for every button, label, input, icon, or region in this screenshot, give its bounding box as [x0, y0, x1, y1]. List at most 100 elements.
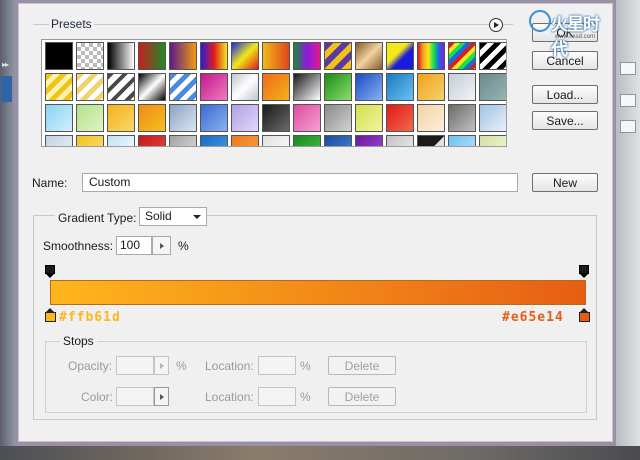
- color-swatch-input[interactable]: [116, 387, 154, 406]
- preset-swatch[interactable]: [231, 42, 259, 70]
- preset-swatch[interactable]: [138, 135, 166, 146]
- preset-swatch[interactable]: [324, 135, 352, 146]
- dialog-panel: Presets OK Cancel Load... Save... 火星时代 w…: [18, 3, 613, 442]
- color-delete-button[interactable]: Delete: [328, 387, 396, 406]
- preset-swatch[interactable]: [448, 73, 476, 101]
- preset-swatch[interactable]: [138, 42, 166, 70]
- preset-swatch[interactable]: [169, 135, 197, 146]
- preset-swatch[interactable]: [231, 73, 259, 101]
- preset-swatch[interactable]: [200, 42, 228, 70]
- opacity-location-unit: %: [300, 359, 311, 373]
- preset-swatch[interactable]: [107, 104, 135, 132]
- preset-swatch[interactable]: [324, 42, 352, 70]
- preset-swatch[interactable]: [231, 135, 259, 146]
- preset-swatch[interactable]: [107, 42, 135, 70]
- preset-swatch[interactable]: [76, 104, 104, 132]
- preset-swatch[interactable]: [417, 104, 445, 132]
- preset-swatch[interactable]: [262, 73, 290, 101]
- swatch-grid: [45, 42, 506, 146]
- opacity-stepper[interactable]: [154, 356, 169, 375]
- preset-swatch[interactable]: [262, 42, 290, 70]
- preset-swatch[interactable]: [138, 104, 166, 132]
- preset-swatch[interactable]: [45, 104, 73, 132]
- preset-swatch[interactable]: [200, 73, 228, 101]
- background-app-strip-right: [616, 0, 640, 460]
- preset-swatch[interactable]: [107, 135, 135, 146]
- preset-swatch[interactable]: [417, 135, 445, 146]
- load-button[interactable]: Load...: [532, 85, 598, 104]
- preset-swatch[interactable]: [386, 73, 414, 101]
- background-panel-button: [620, 62, 636, 75]
- preset-swatch[interactable]: [417, 42, 445, 70]
- color-stop-left[interactable]: [45, 308, 56, 322]
- preset-swatch[interactable]: [386, 104, 414, 132]
- preset-swatch[interactable]: [448, 104, 476, 132]
- background-canvas-strip: [0, 446, 640, 460]
- opacity-stop-right[interactable]: [579, 265, 589, 278]
- name-input[interactable]: Custom: [82, 173, 518, 192]
- opacity-delete-button[interactable]: Delete: [328, 356, 396, 375]
- smoothness-unit: %: [178, 239, 189, 253]
- gradient-type-select[interactable]: Solid: [139, 207, 207, 226]
- preset-swatch[interactable]: [355, 104, 383, 132]
- preset-swatch[interactable]: [169, 73, 197, 101]
- preset-swatch[interactable]: [76, 135, 104, 146]
- end-color-hex: #e65e14: [502, 310, 564, 325]
- preset-swatch[interactable]: [386, 135, 414, 146]
- arrow-right-icon: [159, 362, 164, 369]
- color-stepper[interactable]: [154, 387, 169, 406]
- presets-menu-button[interactable]: [489, 18, 503, 32]
- color-location-input[interactable]: [258, 387, 296, 406]
- color-location-unit: %: [300, 390, 311, 404]
- preset-swatch[interactable]: [448, 42, 476, 70]
- preset-swatch[interactable]: [169, 104, 197, 132]
- preset-swatch[interactable]: [200, 135, 228, 146]
- preset-swatch[interactable]: [355, 73, 383, 101]
- color-stop-right[interactable]: [579, 308, 590, 322]
- smoothness-stepper[interactable]: [152, 236, 171, 255]
- preset-swatch[interactable]: [293, 135, 321, 146]
- opacity-stop-left[interactable]: [45, 265, 55, 278]
- preset-swatch[interactable]: [386, 42, 414, 70]
- preset-swatch[interactable]: [479, 135, 506, 146]
- preset-swatch[interactable]: [45, 42, 73, 70]
- preset-swatch[interactable]: [324, 73, 352, 101]
- color-label: Color:: [81, 390, 114, 404]
- preset-swatch[interactable]: [138, 73, 166, 101]
- preset-swatch[interactable]: [479, 73, 506, 101]
- preset-swatch[interactable]: [107, 73, 135, 101]
- save-button[interactable]: Save...: [532, 111, 598, 130]
- preset-swatch[interactable]: [355, 42, 383, 70]
- smoothness-input[interactable]: 100: [116, 236, 152, 255]
- gradient-type-label: Gradient Type:: [55, 211, 140, 225]
- preset-swatch[interactable]: [262, 135, 290, 146]
- preset-swatch[interactable]: [169, 42, 197, 70]
- gradient-preview-bar[interactable]: [50, 280, 586, 305]
- opacity-unit: %: [176, 359, 187, 373]
- color-location-label: Location:: [205, 390, 254, 404]
- opacity-location-input[interactable]: [258, 356, 296, 375]
- preset-swatch[interactable]: [262, 104, 290, 132]
- preset-swatch[interactable]: [448, 135, 476, 146]
- preset-swatch[interactable]: [293, 104, 321, 132]
- preset-swatch[interactable]: [231, 104, 259, 132]
- preset-swatch[interactable]: [479, 104, 506, 132]
- new-button[interactable]: New: [532, 173, 598, 192]
- opacity-location-label: Location:: [205, 359, 254, 373]
- background-panel-button: [620, 120, 636, 133]
- arrow-right-icon: [159, 242, 164, 249]
- preset-swatch[interactable]: [479, 42, 506, 70]
- preset-swatch[interactable]: [45, 135, 73, 146]
- preset-swatch[interactable]: [200, 104, 228, 132]
- preset-swatch[interactable]: [45, 73, 73, 101]
- opacity-input[interactable]: [116, 356, 154, 375]
- gradient-editor-dialog: Presets OK Cancel Load... Save... 火星时代 w…: [14, 0, 616, 446]
- preset-swatch[interactable]: [76, 42, 104, 70]
- preset-swatch[interactable]: [293, 42, 321, 70]
- preset-swatch[interactable]: [355, 135, 383, 146]
- preset-swatch[interactable]: [417, 73, 445, 101]
- preset-swatch[interactable]: [324, 104, 352, 132]
- preset-swatch[interactable]: [76, 73, 104, 101]
- smoothness-label: Smoothness:: [43, 239, 114, 253]
- preset-swatch[interactable]: [293, 73, 321, 101]
